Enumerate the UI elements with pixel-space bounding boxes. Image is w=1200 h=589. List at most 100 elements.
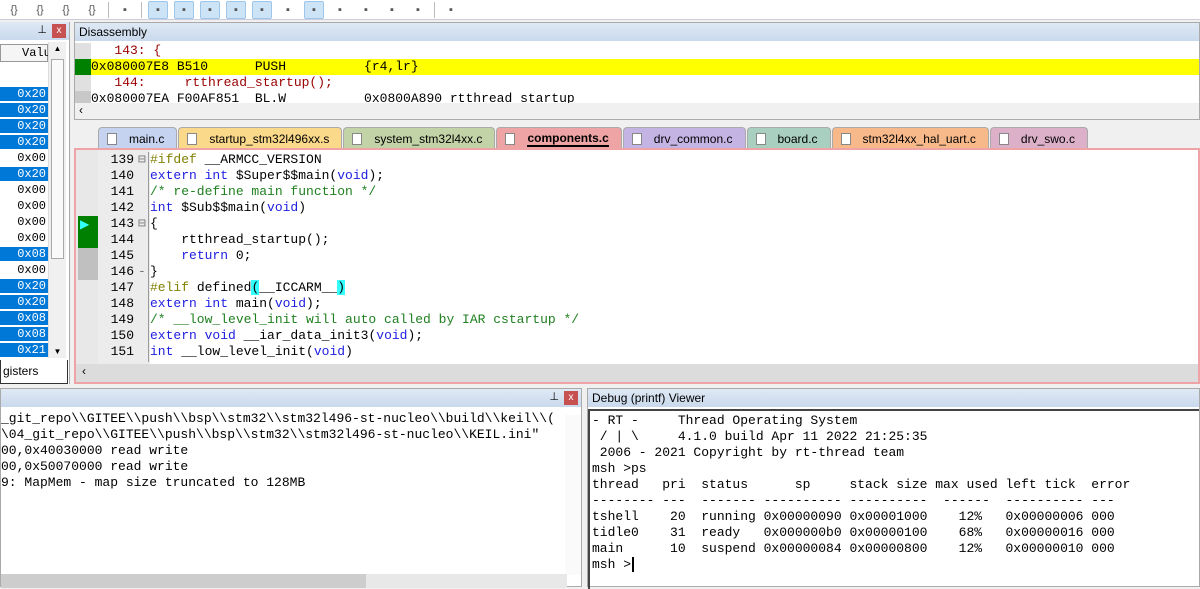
debug-output-line: thread pri status sp stack size max used… — [592, 477, 1131, 492]
code-text: int $Sub$$main(void) — [150, 200, 307, 215]
fold-marker — [138, 184, 150, 200]
code-text: #elif defined(__ICCARM__) — [150, 280, 346, 295]
file-icon — [998, 132, 1009, 145]
toolbar-separator — [141, 1, 142, 18]
line-number: 140 — [110, 168, 134, 183]
code-editor[interactable]: ▶ 139 ⊟ #ifdef __ARMCC_VERSION 140 extern i… — [74, 148, 1200, 384]
brace-step-into-icon[interactable]: {} — [4, 1, 24, 19]
code-line[interactable]: 151 int __low_level_init(void) — [76, 344, 579, 360]
run-to-cursor-icon[interactable]: {} — [82, 1, 102, 19]
register-value[interactable]: 0x20 — [0, 103, 48, 117]
register-value[interactable]: 0x20 — [0, 135, 48, 149]
register-value[interactable]: 0x20 — [0, 167, 48, 181]
toolbox-icon[interactable]: ▪ — [441, 1, 461, 19]
fold-marker — [138, 248, 150, 264]
command-hscrollbar[interactable] — [1, 574, 567, 588]
register-value[interactable]: 0x08 — [0, 311, 48, 325]
disassembly-line[interactable]: 0x080007E8 B510 PUSH {r4,lr} — [75, 59, 1199, 75]
show-next-statement-icon[interactable]: ▪ — [115, 1, 135, 19]
register-value[interactable]: 0x20 — [0, 87, 48, 101]
tab-drv-swo-c[interactable]: drv_swo.c — [989, 127, 1088, 149]
code-line[interactable]: 149 /* __low_level_init will auto called… — [76, 312, 579, 328]
analysis-window-icon[interactable]: ▪ — [356, 1, 376, 19]
code-text: int __low_level_init(void) — [150, 344, 353, 359]
register-value[interactable]: 0x00 — [0, 151, 48, 165]
symbols-window-icon[interactable]: ▪ — [200, 0, 220, 19]
tab-stm32l4xx-hal-uart-c[interactable]: stm32l4xx_hal_uart.c — [831, 127, 989, 149]
watch-window-icon[interactable]: ▪ — [278, 1, 298, 19]
command-vscrollbar[interactable] — [565, 415, 581, 575]
register-value[interactable]: 0x00 — [0, 199, 48, 213]
tab-label: drv_swo.c — [1020, 131, 1075, 146]
code-line[interactable]: 145 return 0; — [76, 248, 579, 264]
code-line[interactable]: 146-} — [76, 264, 579, 280]
register-value[interactable]: 0x20 — [0, 119, 48, 133]
system-viewer-icon[interactable]: ▪ — [408, 1, 428, 19]
close-icon[interactable]: x — [52, 24, 66, 38]
disassembly-window-icon[interactable]: ▪ — [174, 0, 194, 19]
tab-components-c[interactable]: components.c — [496, 127, 622, 149]
tab-board-c[interactable]: board.c — [746, 127, 831, 149]
code-line[interactable]: 142 int $Sub$$main(void) — [76, 200, 579, 216]
call-stack-icon[interactable]: ▪ — [252, 0, 272, 19]
brace-step-out-icon[interactable]: {} — [56, 1, 76, 19]
tab-registers[interactable]: gisters — [0, 360, 68, 384]
code-line[interactable]: 139 ⊟ #ifdef __ARMCC_VERSION — [76, 152, 579, 168]
tab-label: startup_stm32l496xx.s — [209, 131, 330, 146]
disassembly-line[interactable]: 143: { — [75, 43, 1199, 59]
register-value[interactable]: 0x00 — [0, 183, 48, 197]
tab-main-c[interactable]: main.c — [98, 127, 178, 149]
code-line[interactable]: 143 ⊟ { — [76, 216, 579, 232]
code-line[interactable]: 141 /* re-define main function */ — [76, 184, 579, 200]
debug-toolbar: {} {} {} {} ▪ ▪ ▪ ▪ ▪ ▪ ▪ ▪ ▪ ▪ ▪ ▪ ▪ — [0, 0, 1200, 20]
memory-window-icon[interactable]: ▪ — [304, 0, 324, 19]
register-value[interactable]: 0x20 — [0, 279, 48, 293]
debug-output-line: main 10 suspend 0x00000084 0x00000800 12… — [592, 541, 1115, 556]
disassembly-hscrollbar[interactable]: ‹ — [75, 103, 1199, 119]
code-line[interactable]: 150 extern void __iar_data_init3(void); — [76, 328, 579, 344]
tab-label: board.c — [777, 131, 818, 146]
register-value[interactable]: 0x00 — [0, 215, 48, 229]
editor-hscrollbar[interactable]: ‹ — [76, 364, 1198, 382]
registers-window-icon[interactable]: ▪ — [226, 0, 246, 19]
register-value[interactable]: 0x00 — [0, 263, 48, 277]
register-value[interactable]: 0x21 — [0, 343, 48, 357]
code-line[interactable]: 147 #elif defined(__ICCARM__) — [76, 280, 579, 296]
disassembly-window: Disassembly 143: {0x080007E8 B510 PUSH {… — [74, 22, 1200, 120]
close-icon[interactable]: x — [564, 391, 578, 405]
serial-window-icon[interactable]: ▪ — [330, 1, 350, 19]
value-column-header[interactable]: Valu — [22, 46, 51, 60]
code-line[interactable]: 148 extern int main(void); — [76, 296, 579, 312]
debug-output-line: 2006 - 2021 Copyright by rt-thread team — [592, 445, 905, 460]
pin-icon[interactable]: ⊥ — [549, 390, 559, 403]
register-value[interactable]: 0x08 — [0, 327, 48, 341]
register-value[interactable]: 0x00 — [0, 231, 48, 245]
register-value[interactable]: 0x08 — [0, 247, 48, 261]
gutter-marker — [75, 43, 91, 59]
tab-system-stm32l4xx-c[interactable]: system_stm32l4xx.c — [343, 127, 496, 149]
debug-output-line: / | \ 4.1.0 build Apr 11 2022 21:25:35 — [592, 429, 928, 444]
code-text: } — [150, 264, 158, 279]
brace-step-over-icon[interactable]: {} — [30, 1, 50, 19]
register-value[interactable]: 0x20 — [0, 295, 48, 309]
file-icon — [187, 132, 198, 145]
disassembly-line[interactable]: 144: rtthread_startup(); — [75, 75, 1199, 91]
disassembly-text: 0x080007E8 B510 PUSH {r4,lr} — [91, 59, 419, 74]
tab-label: main.c — [129, 131, 165, 146]
file-icon — [631, 132, 642, 145]
debug-output[interactable]: - RT - Thread Operating System / | \ 4.1… — [588, 409, 1199, 589]
trace-window-icon[interactable]: ▪ — [382, 1, 402, 19]
command-output-line: _git_repo\\GITEE\\push\\bsp\\stm32\\stm3… — [1, 411, 555, 426]
command-window-icon[interactable]: ▪ — [148, 0, 168, 19]
pin-icon[interactable]: ⊥ — [37, 23, 47, 36]
registers-scrollbar[interactable]: ▲ ▼ — [48, 42, 66, 358]
editor-tabs: main.c startup_stm32l496xx.s system_stm32l… — [78, 127, 1089, 149]
debug-viewer-title: Debug (printf) Viewer — [588, 389, 1199, 407]
code-line[interactable]: 144 rtthread_startup(); — [76, 232, 579, 248]
tab-drv-common-c[interactable]: drv_common.c — [622, 127, 746, 149]
code-line[interactable]: 140 extern int $Super$$main(void); — [76, 168, 579, 184]
command-window: ⊥ x _git_repo\\GITEE\\push\\bsp\\stm32\\s… — [0, 388, 582, 588]
registers-title-bar: ⊥ x — [0, 22, 69, 40]
tab-startup-stm32l496xx-s[interactable]: startup_stm32l496xx.s — [178, 127, 343, 149]
toolbar-separator — [108, 1, 109, 18]
